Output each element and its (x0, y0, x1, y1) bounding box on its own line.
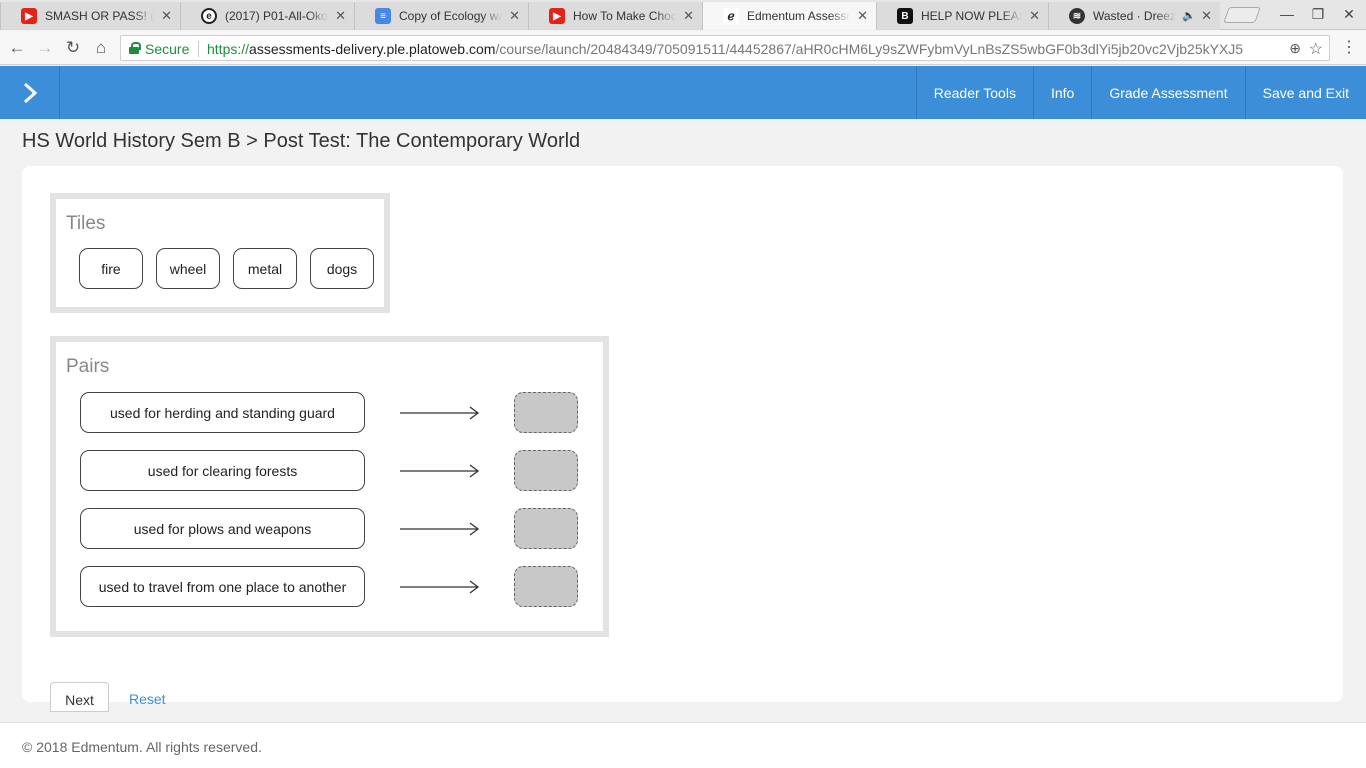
bookmark-star-icon[interactable]: ☆ (1309, 39, 1323, 59)
tile-dogs[interactable]: dogs (310, 248, 374, 289)
drop-target[interactable] (514, 508, 578, 549)
edmentum-icon: e (201, 8, 217, 24)
browser-tab-active[interactable]: ℯ Edmentum Assessm ✕ (702, 2, 876, 30)
tiles-title: Tiles (66, 213, 106, 234)
brainly-icon: B (897, 8, 913, 24)
arrow-right-icon (400, 580, 480, 594)
address-divider (198, 41, 199, 57)
secure-label: Secure (145, 41, 190, 57)
drop-target[interactable] (514, 450, 578, 491)
maximize-icon[interactable]: ❐ (1303, 4, 1333, 24)
url-text[interactable]: https://assessments-delivery.ple.platowe… (207, 41, 1243, 57)
browser-tab[interactable]: e (2017) P01-All-Okoro ✕ (180, 2, 354, 30)
address-bar[interactable]: Secure https://assessments-delivery.ple.… (120, 35, 1330, 61)
pair-label: used for clearing forests (80, 450, 365, 491)
lock-icon (129, 42, 141, 54)
forward-icon[interactable]: → (34, 37, 56, 59)
reader-tools-button[interactable]: Reader Tools (915, 66, 1033, 119)
tile-wheel[interactable]: wheel (156, 248, 220, 289)
breadcrumb: HS World History Sem B > Post Test: The … (22, 130, 581, 152)
close-icon[interactable]: ✕ (161, 8, 172, 24)
browser-tab[interactable]: ≋ Wasted · Dreezy 🔈 ✕ (1048, 2, 1220, 30)
browser-tab[interactable]: ≡ Copy of Ecology war ✕ (354, 2, 528, 30)
close-icon[interactable]: ✕ (335, 8, 346, 24)
arrow-right-icon (400, 522, 480, 536)
home-icon[interactable]: ⌂ (90, 37, 112, 59)
close-icon[interactable]: ✕ (857, 8, 868, 24)
pairs-title: Pairs (66, 356, 110, 377)
browser-tab[interactable]: ▶ How To Make Choco ✕ (528, 2, 702, 30)
browser-toolbar: ← → ↻ ⌂ Secure https://assessments-deliv… (0, 31, 1366, 65)
menu-toggle-button[interactable] (0, 66, 60, 119)
tab-title: Wasted · Dreezy (1093, 8, 1176, 24)
copyright-text: © 2018 Edmentum. All rights reserved. (22, 739, 262, 755)
back-icon[interactable]: ← (6, 37, 28, 59)
save-and-exit-button[interactable]: Save and Exit (1244, 66, 1366, 119)
pairs-panel: Pairs used for herding and standing guar… (50, 336, 609, 637)
tab-title: Edmentum Assessm (747, 8, 850, 24)
new-tab-button[interactable] (1223, 7, 1261, 23)
next-button[interactable]: Next (50, 682, 109, 712)
zoom-icon[interactable]: ⊕ (1289, 40, 1301, 57)
drop-target[interactable] (514, 392, 578, 433)
browser-menu-icon[interactable]: ⋮ (1341, 37, 1357, 57)
browser-tab-strip: ▶ SMASH OR PASS! (In ✕ e (2017) P01-All-… (0, 0, 1366, 30)
tab-title: (2017) P01-All-Okoro (225, 8, 328, 24)
header-nav: Reader Tools Info Grade Assessment Save … (915, 66, 1366, 119)
tab-title: HELP NOW PLEASE! (921, 8, 1022, 24)
minimize-icon[interactable]: — (1272, 4, 1302, 24)
youtube-icon: ▶ (21, 8, 37, 24)
reset-link[interactable]: Reset (129, 691, 166, 707)
spotify-icon: ≋ (1069, 8, 1085, 24)
reload-icon[interactable]: ↻ (62, 37, 84, 59)
info-button[interactable]: Info (1032, 66, 1091, 119)
pair-label: used for plows and weapons (80, 508, 365, 549)
drop-target[interactable] (514, 566, 578, 607)
page-footer: © 2018 Edmentum. All rights reserved. (0, 722, 1366, 768)
pair-label: used for herding and standing guard (80, 392, 365, 433)
tile-fire[interactable]: fire (79, 248, 143, 289)
speaker-icon[interactable]: 🔈 (1182, 8, 1196, 24)
tile-metal[interactable]: metal (233, 248, 297, 289)
close-icon[interactable]: ✕ (1201, 8, 1212, 24)
close-icon[interactable]: ✕ (1029, 8, 1040, 24)
window-close-icon[interactable]: ✕ (1334, 4, 1364, 24)
tiles-panel: Tiles fire wheel metal dogs (50, 193, 390, 313)
tab-title: Copy of Ecology war (399, 8, 502, 24)
close-icon[interactable]: ✕ (683, 8, 694, 24)
grade-assessment-button[interactable]: Grade Assessment (1091, 66, 1244, 119)
pair-label: used to travel from one place to another (80, 566, 365, 607)
docs-icon: ≡ (375, 8, 391, 24)
browser-tab[interactable]: ▶ SMASH OR PASS! (In ✕ (0, 2, 180, 30)
tab-title: SMASH OR PASS! (In (45, 8, 154, 24)
arrow-right-icon (400, 464, 480, 478)
close-icon[interactable]: ✕ (509, 8, 520, 24)
tab-title: How To Make Choco (573, 8, 676, 24)
youtube-icon: ▶ (549, 8, 565, 24)
app-header: Reader Tools Info Grade Assessment Save … (0, 66, 1366, 119)
chevron-right-icon (23, 82, 37, 103)
arrow-right-icon (400, 406, 480, 420)
browser-tab[interactable]: B HELP NOW PLEASE! ✕ (876, 2, 1048, 30)
edmentum-icon: ℯ (723, 8, 739, 24)
